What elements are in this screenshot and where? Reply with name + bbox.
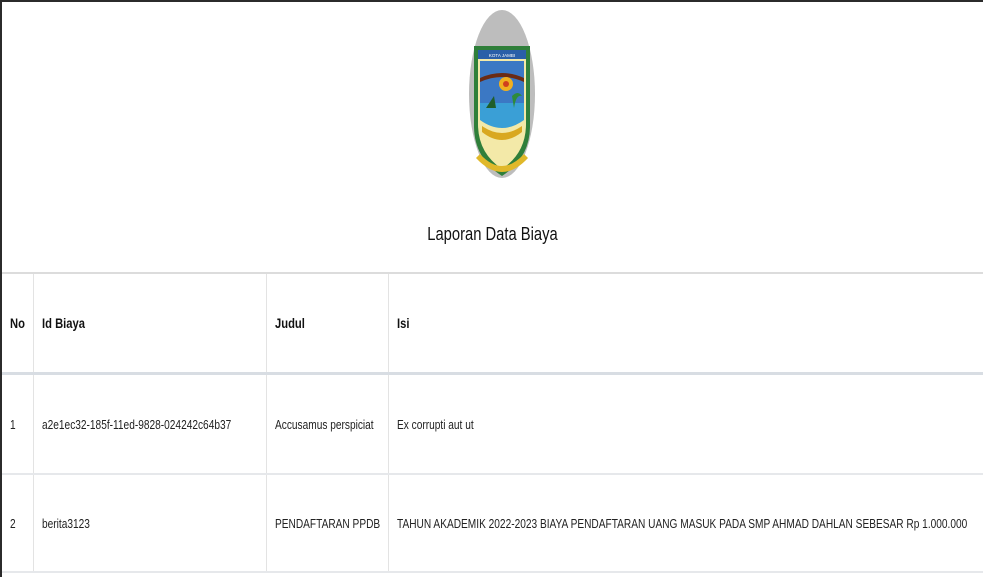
cell-judul: Accusamus perspiciat: [265, 373, 388, 475]
cell-judul: PENDAFTARAN PPDB: [265, 474, 388, 573]
cell-id-biaya: berita3123: [32, 474, 266, 573]
table-row: 2 berita3123 PENDAFTARAN PPDB TAHUN AKAD…: [2, 474, 983, 573]
cell-isi: Ex corrupti aut ut: [387, 373, 983, 475]
report-header: KOTA JAMBI Laporan Data Biaya: [2, 2, 983, 274]
cell-no: 1: [2, 373, 33, 475]
crest-text: KOTA JAMBI: [489, 53, 515, 58]
table-header-row: No Id Biaya Judul Isi: [2, 274, 983, 375]
city-crest-icon: KOTA JAMBI: [466, 8, 538, 198]
column-header-no: No: [2, 274, 33, 375]
report-page: KOTA JAMBI Laporan Data Biaya No Id Biay…: [0, 0, 983, 577]
column-header-id-biaya: Id Biaya: [32, 274, 266, 375]
report-title: Laporan Data Biaya: [427, 224, 558, 244]
cell-isi: TAHUN AKADEMIK 2022-2023 BIAYA PENDAFTAR…: [387, 474, 983, 573]
column-header-isi: Isi: [387, 274, 983, 375]
cell-id-biaya: a2e1ec32-185f-11ed-9828-024242c64b37: [32, 373, 266, 475]
biaya-table: No Id Biaya Judul Isi 1 a2e1ec32-185f-11…: [2, 274, 983, 573]
table-row: 1 a2e1ec32-185f-11ed-9828-024242c64b37 A…: [2, 373, 983, 475]
cell-no: 2: [2, 474, 33, 573]
column-header-judul: Judul: [265, 274, 388, 375]
